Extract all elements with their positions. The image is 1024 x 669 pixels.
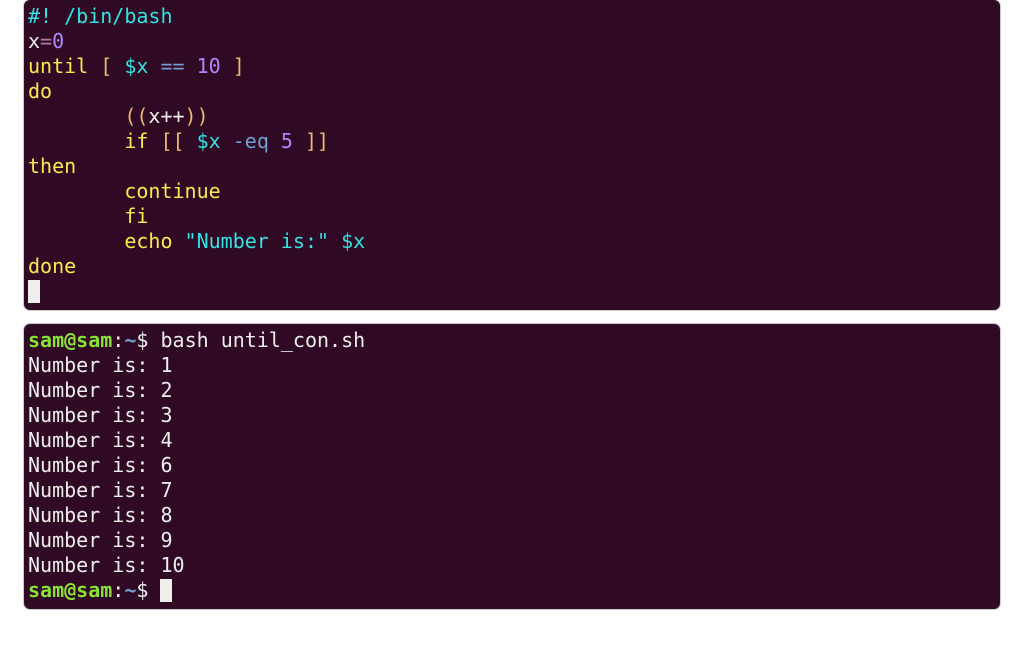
- code-token: $x: [341, 229, 365, 253]
- code-line: x=0: [28, 29, 64, 53]
- code-token: do: [28, 79, 52, 103]
- code-token: [28, 104, 124, 128]
- code-token: [28, 179, 124, 203]
- code-line: do: [28, 79, 52, 103]
- shell-output-line: Number is: 10: [28, 553, 185, 577]
- code-token: [173, 229, 185, 253]
- code-lines: #! /bin/bash x=0 until [ $x == 10 ] do (…: [28, 4, 365, 278]
- code-line: until [ $x == 10 ]: [28, 54, 245, 78]
- code-token: $x: [197, 129, 221, 153]
- code-token: then: [28, 154, 76, 178]
- prompt-line-2[interactable]: sam@sam:~$: [28, 578, 172, 602]
- prompt-userhost: sam@sam: [28, 328, 112, 352]
- code-token: [28, 129, 124, 153]
- code-line: continue: [28, 179, 221, 203]
- code-line: ((x++)): [28, 104, 209, 128]
- prompt-sep: :: [112, 328, 124, 352]
- code-token: 10: [197, 54, 221, 78]
- code-token: [148, 129, 160, 153]
- prompt-path: ~: [124, 328, 136, 352]
- code-token: -eq: [233, 129, 269, 153]
- code-line: done: [28, 254, 76, 278]
- code-token: [28, 204, 124, 228]
- code-token: [28, 229, 124, 253]
- code-token: =: [40, 29, 52, 53]
- code-token: x: [28, 29, 40, 53]
- prompt-dollar: $: [136, 578, 148, 602]
- editor-content: #! /bin/bash x=0 until [ $x == 10 ] do (…: [24, 4, 1000, 304]
- code-line: fi: [28, 204, 148, 228]
- shell-output-line: Number is: 8: [28, 503, 173, 527]
- code-token: done: [28, 254, 76, 278]
- code-token: until: [28, 54, 88, 78]
- prompt-userhost: sam@sam: [28, 578, 112, 602]
- shell-output-line: Number is: 3: [28, 403, 173, 427]
- code-token: [329, 229, 341, 253]
- code-token: ]]: [293, 129, 329, 153]
- terminal-cursor: [160, 579, 172, 602]
- shell-output: Number is: 1 Number is: 2 Number is: 3 N…: [28, 353, 185, 577]
- code-token: [148, 54, 160, 78]
- prompt-line-1: sam@sam:~$ bash until_con.sh: [28, 328, 365, 352]
- code-token: ]: [221, 54, 245, 78]
- code-line: then: [28, 154, 76, 178]
- code-token: ((: [124, 104, 148, 128]
- code-token: "Number is:": [185, 229, 330, 253]
- code-token: 5: [281, 129, 293, 153]
- code-token: echo: [124, 229, 172, 253]
- code-token: ==: [161, 54, 185, 78]
- code-token: 0: [52, 29, 64, 53]
- shell-output-line: Number is: 7: [28, 478, 173, 502]
- code-line: #! /bin/bash: [28, 4, 173, 28]
- shell-output-line: Number is: 4: [28, 428, 173, 452]
- editor-cursor: [28, 280, 40, 303]
- prompt-dollar: $: [136, 328, 148, 352]
- editor-panel[interactable]: #! /bin/bash x=0 until [ $x == 10 ] do (…: [24, 0, 1000, 310]
- code-token: $x: [124, 54, 148, 78]
- prompt-sep: :: [112, 578, 124, 602]
- code-token: continue: [124, 179, 220, 203]
- shell-output-line: Number is: 1: [28, 353, 173, 377]
- shell-output-line: Number is: 9: [28, 528, 173, 552]
- code-line: echo "Number is:" $x: [28, 229, 365, 253]
- code-token: [: [100, 54, 124, 78]
- code-token: [269, 129, 281, 153]
- code-token: fi: [124, 204, 148, 228]
- code-token: if: [124, 129, 148, 153]
- terminal-panel[interactable]: sam@sam:~$ bash until_con.sh Number is: …: [24, 324, 1000, 609]
- terminal-content[interactable]: sam@sam:~$ bash until_con.sh Number is: …: [24, 328, 1000, 603]
- code-line: if [[ $x -eq 5 ]]: [28, 129, 329, 153]
- shell-output-line: Number is: 6: [28, 453, 173, 477]
- code-token: [88, 54, 100, 78]
- page-root: #! /bin/bash x=0 until [ $x == 10 ] do (…: [0, 0, 1024, 669]
- code-token: #! /bin/bash: [28, 4, 173, 28]
- panel-separator: [0, 310, 1024, 324]
- code-token: [[: [160, 129, 196, 153]
- shell-command: bash until_con.sh: [160, 328, 365, 352]
- code-token: )): [185, 104, 209, 128]
- code-token: x++: [148, 104, 184, 128]
- code-token: [221, 129, 233, 153]
- shell-output-line: Number is: 2: [28, 378, 173, 402]
- prompt-path: ~: [124, 578, 136, 602]
- code-token: [185, 54, 197, 78]
